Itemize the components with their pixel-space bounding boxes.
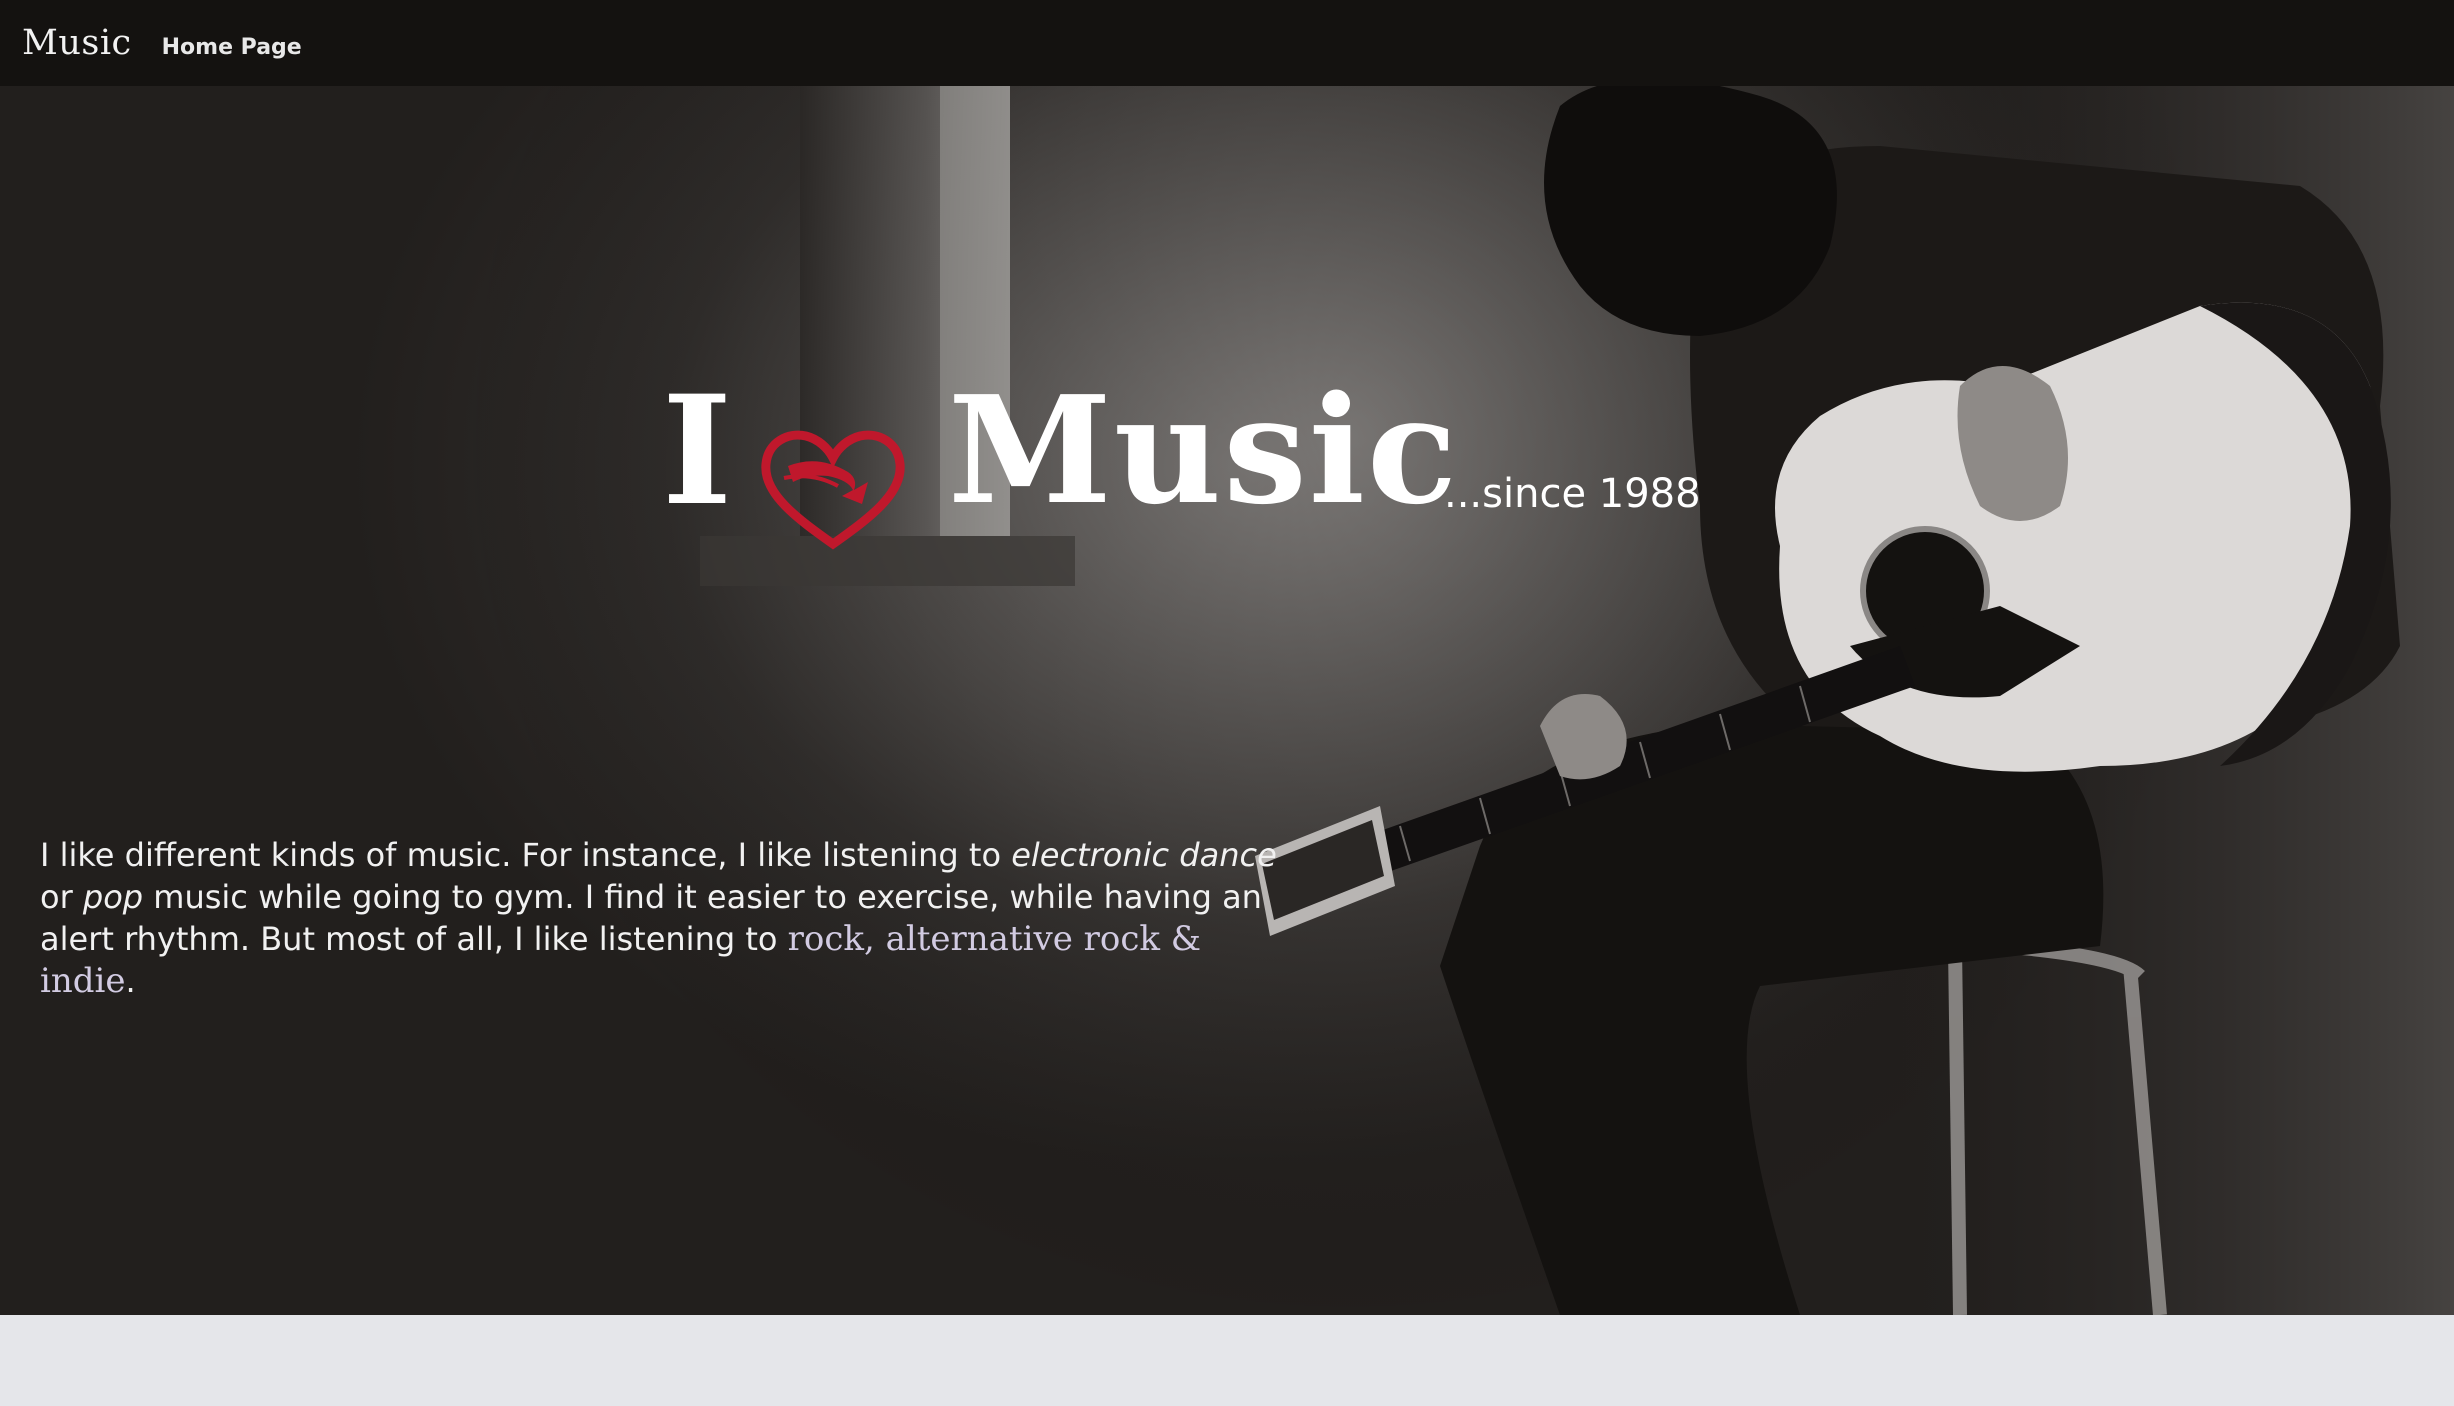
- headline-since-tagline: ...since 1988: [1444, 471, 1701, 517]
- heart-icon: [761, 430, 905, 550]
- hero-section: I Music ...since 1988 I like different k…: [0, 86, 2454, 1315]
- headline-word-i: I: [662, 363, 733, 539]
- top-navbar: Music Home Page: [0, 0, 2454, 86]
- headline-word-music: Music: [948, 363, 1460, 537]
- hero-headline: I Music ...since 1988: [0, 86, 2454, 1315]
- intro-emphasis-electronic-dance: electronic dance: [1011, 836, 1277, 874]
- intro-emphasis-pop: pop: [82, 878, 144, 916]
- brand-logo[interactable]: Music: [22, 23, 132, 63]
- nav-link-home-page[interactable]: Home Page: [162, 35, 302, 60]
- intro-text: or: [40, 878, 83, 916]
- intro-paragraph: I like different kinds of music. For ins…: [40, 834, 1280, 1002]
- intro-text: .: [125, 962, 136, 1000]
- intro-text: I like different kinds of music. For ins…: [40, 836, 1012, 874]
